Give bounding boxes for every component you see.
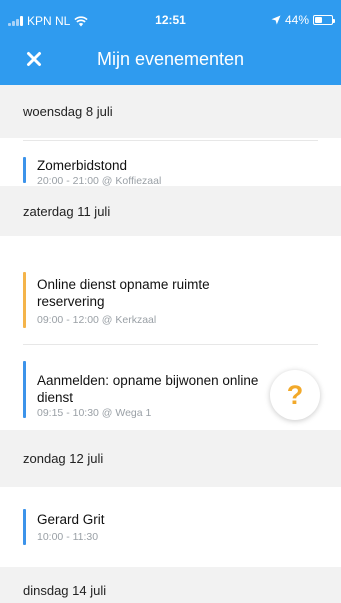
- battery-percent: 44%: [284, 13, 309, 27]
- status-bar: KPN NL 12:51 44%: [0, 0, 341, 38]
- event-title: Aanmelden: opname bijwonen online dienst: [37, 373, 259, 405]
- battery-icon: [313, 15, 335, 25]
- app-header: KPN NL 12:51 44% Mijn evenementen: [0, 0, 341, 85]
- event-title: Online dienst opname ruimte reservering: [37, 277, 210, 309]
- status-right: 44%: [271, 13, 335, 27]
- event-title: Zomerbidstond: [37, 158, 128, 173]
- location-arrow-icon: [271, 15, 281, 25]
- battery-level: [315, 17, 322, 23]
- section-date: woensdag 8 juli: [23, 104, 113, 119]
- event-item[interactable]: Zomerbidstond 20:00 - 21:00 @ Koffiezaal: [0, 141, 341, 187]
- nav-bar: Mijn evenementen: [0, 38, 341, 85]
- event-item[interactable]: Gerard Grit 10:00 - 11:30: [0, 487, 341, 567]
- event-color-bar: [23, 361, 26, 418]
- help-button[interactable]: ?: [270, 370, 320, 420]
- event-item[interactable]: Online dienst opname ruimte reservering …: [0, 236, 341, 344]
- page-title: Mijn evenementen: [96, 49, 245, 69]
- event-color-bar: [23, 272, 26, 328]
- section-header-date: woensdag 8 juli: [0, 85, 341, 138]
- event-color-bar: [23, 509, 26, 545]
- section-header-date: zaterdag 11 juli: [0, 186, 341, 236]
- section-date: zondag 12 juli: [23, 451, 104, 466]
- event-time-location: 09:00 - 12:00 @ Kerkzaal: [37, 314, 157, 326]
- event-color-bar: [23, 157, 26, 183]
- event-title: Gerard Grit: [37, 512, 105, 527]
- event-time-location: 10:00 - 11:30: [37, 531, 99, 543]
- section-header-date: zondag 12 juli: [0, 430, 341, 487]
- question-mark-icon: ?: [286, 379, 304, 410]
- section-header-date: dinsdag 14 juli: [0, 567, 341, 603]
- event-time-location: 09:15 - 10:30 @ Wega 1: [37, 407, 152, 419]
- section-date: dinsdag 14 juli: [23, 583, 107, 598]
- section-date: zaterdag 11 juli: [23, 203, 111, 219]
